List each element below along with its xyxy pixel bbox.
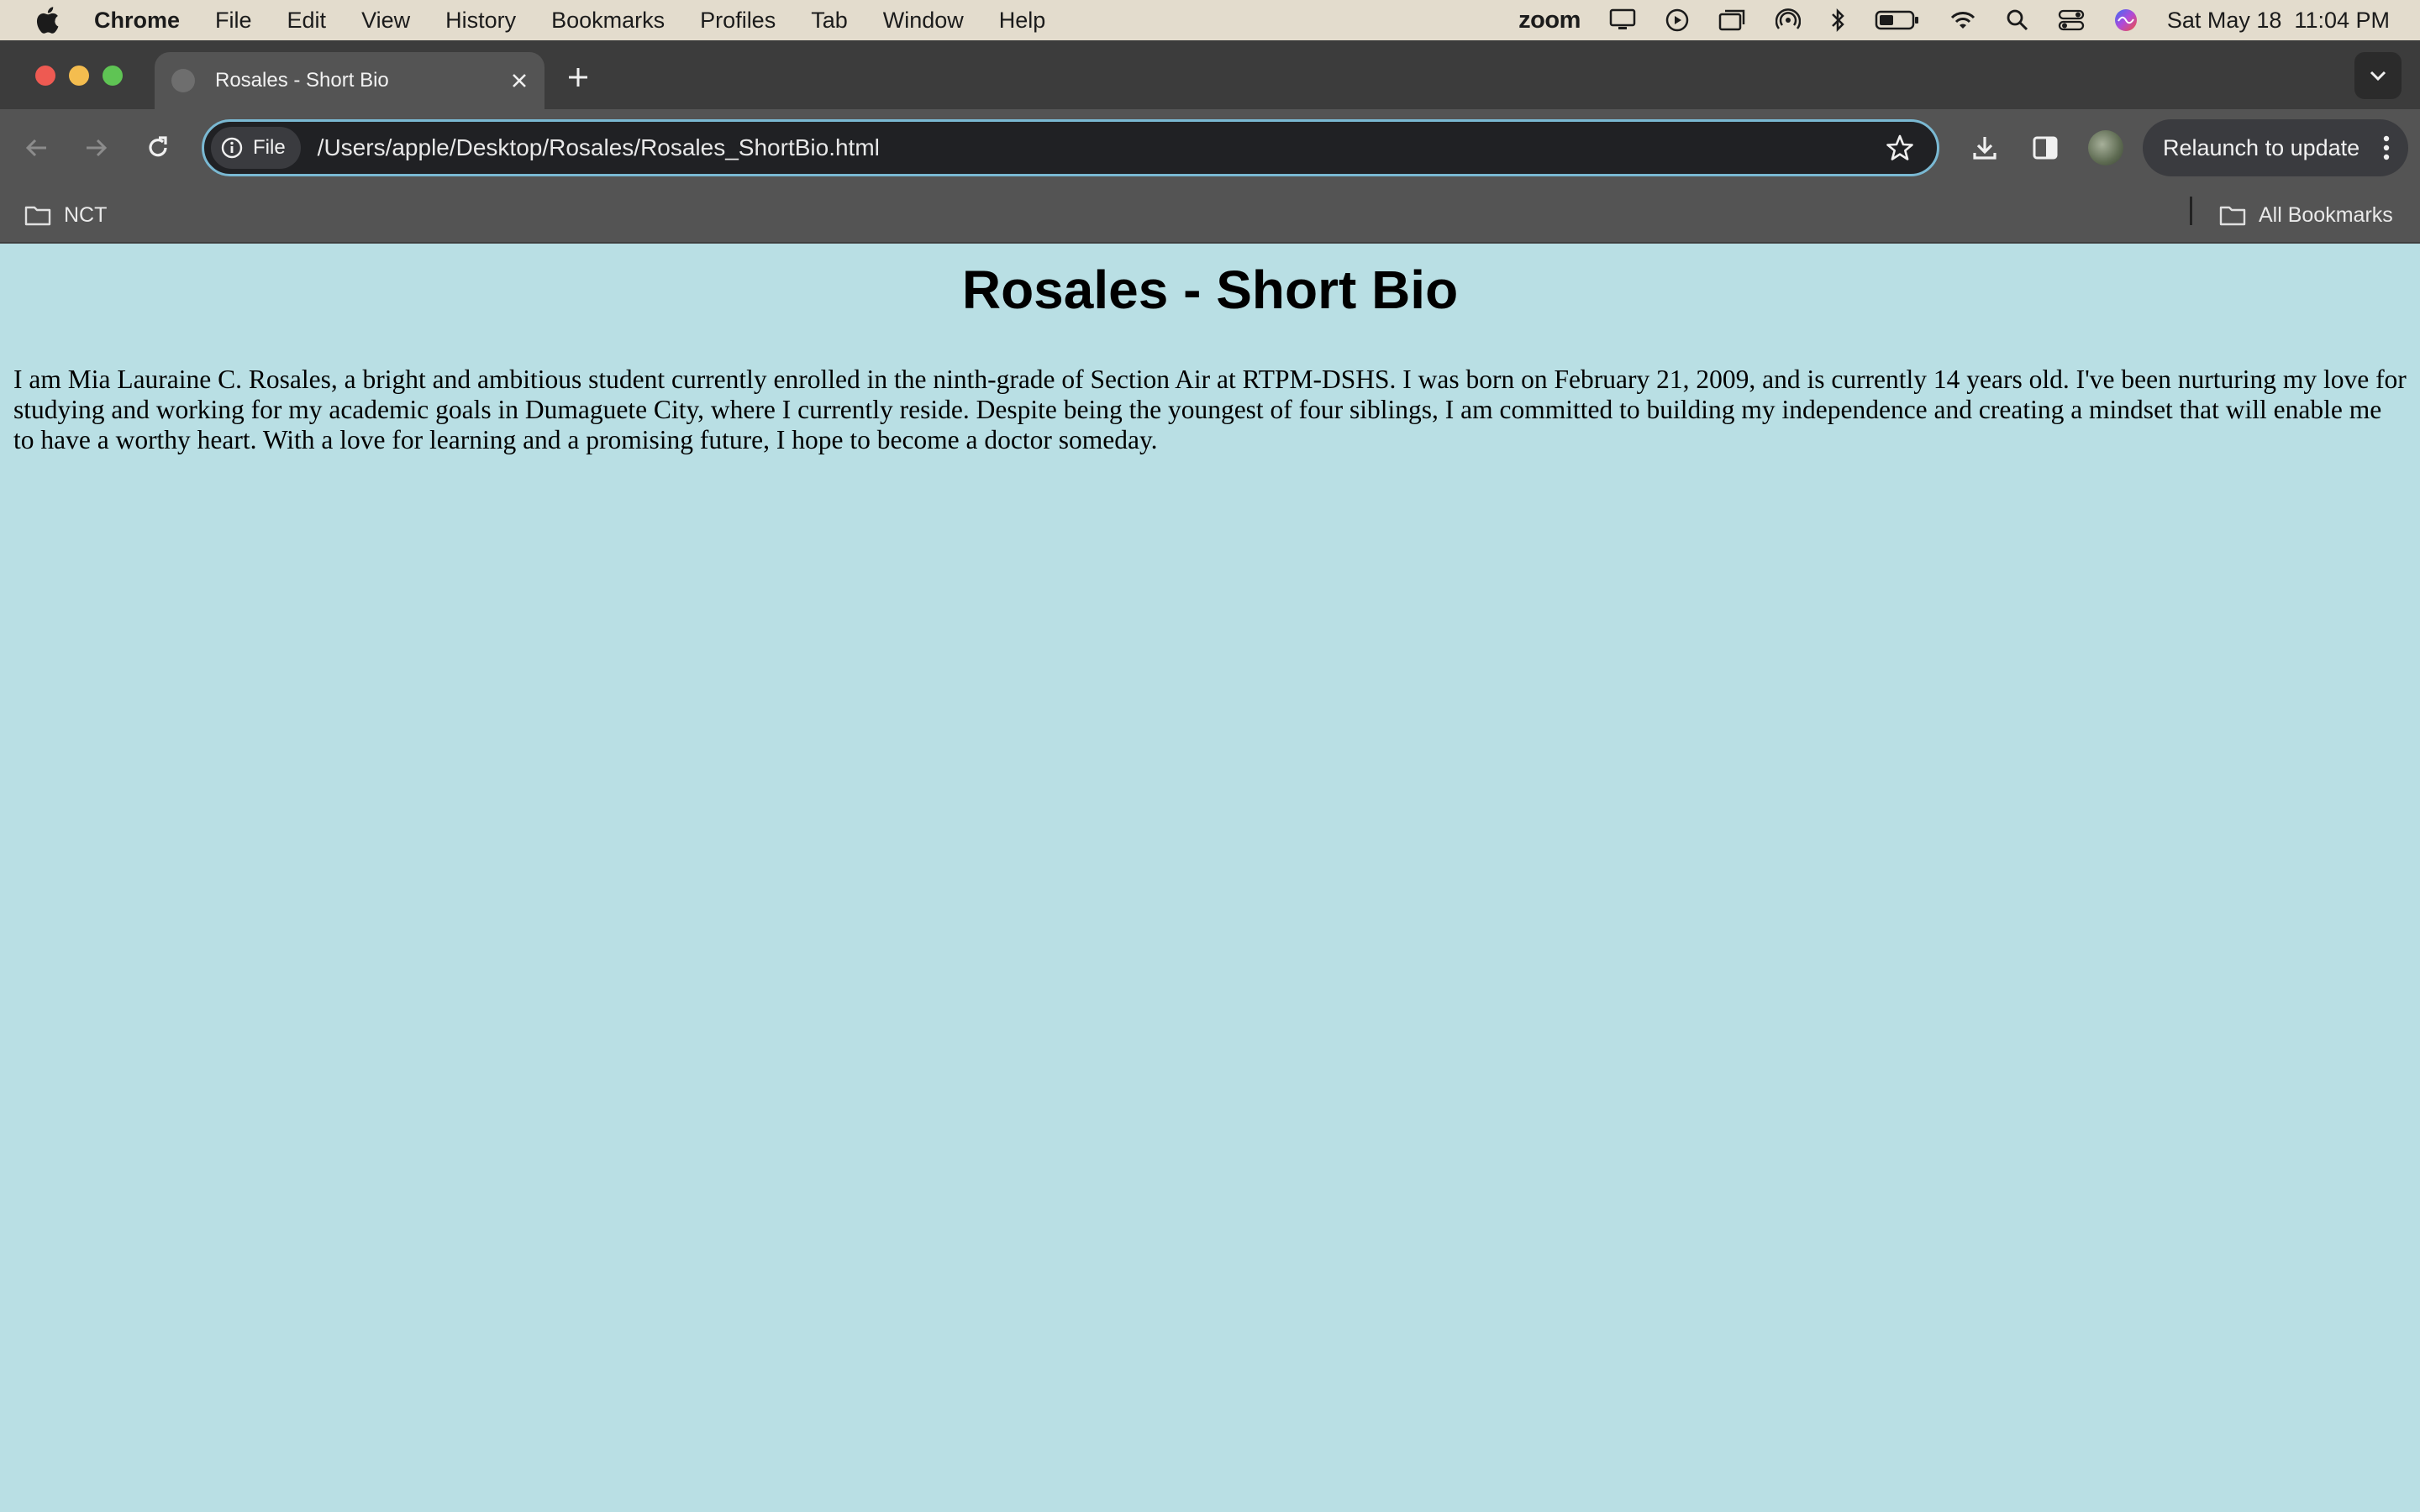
folder-icon (24, 206, 51, 226)
download-icon[interactable] (1965, 128, 2005, 168)
menubar-clock[interactable]: Sat May 18 11:04 PM (2167, 8, 2390, 34)
bluetooth-icon[interactable] (1829, 8, 1846, 33)
menu-window[interactable]: Window (883, 8, 964, 34)
menu-history[interactable]: History (445, 8, 516, 34)
tab-title: Rosales - Short Bio (215, 69, 389, 92)
profile-avatar[interactable] (2086, 128, 2126, 168)
zoom-status-item[interactable]: zoom (1518, 7, 1581, 34)
bookmark-folder-nct[interactable]: NCT (24, 198, 107, 232)
web-page-content: Rosales - Short Bio I am Mia Lauraine C.… (0, 244, 2420, 1512)
all-bookmarks-label: All Bookmarks (2259, 202, 2393, 227)
avatar (2088, 130, 2123, 165)
windows-icon[interactable] (1718, 8, 1747, 33)
bookmarks-bar: NCT All Bookmarks (0, 186, 2420, 244)
bookmark-star-icon[interactable] (1881, 129, 1918, 166)
tab-search-chevron-down-icon[interactable] (2354, 52, 2402, 99)
globe-favicon-icon (171, 69, 195, 92)
menu-file[interactable]: File (215, 8, 252, 34)
side-panel-icon[interactable] (2025, 128, 2065, 168)
relaunch-label: Relaunch to update (2163, 134, 2360, 160)
folder-icon (2219, 206, 2246, 226)
all-bookmarks-button[interactable]: All Bookmarks (2218, 198, 2393, 232)
tab-active[interactable]: Rosales - Short Bio (155, 52, 544, 109)
spotlight-search-icon[interactable] (2006, 8, 2029, 32)
url-text[interactable]: /Users/apple/Desktop/Rosales/Rosales_Sho… (318, 134, 1881, 161)
control-center-icon[interactable] (2058, 8, 2085, 32)
menu-edit[interactable]: Edit (287, 8, 327, 34)
site-info-label: File (253, 136, 286, 159)
airdrop-icon[interactable] (1775, 8, 1801, 33)
menu-profiles[interactable]: Profiles (700, 8, 776, 34)
tab-close-icon[interactable] (502, 64, 536, 97)
reload-icon[interactable] (138, 128, 178, 168)
display-icon[interactable] (1609, 8, 1636, 32)
page-title: Rosales - Short Bio (961, 260, 1459, 320)
apple-logo-icon[interactable] (35, 6, 60, 34)
menu-app-chrome[interactable]: Chrome (94, 8, 180, 34)
macos-menu-bar: Chrome File Edit View History Bookmarks … (0, 0, 2420, 40)
wifi-icon[interactable] (1949, 8, 1977, 32)
menu-bookmarks[interactable]: Bookmarks (551, 8, 665, 34)
menu-view[interactable]: View (361, 8, 410, 34)
address-bar[interactable]: File /Users/apple/Desktop/Rosales/Rosale… (202, 119, 1939, 176)
bookmark-folder-label: NCT (64, 202, 108, 227)
siri-icon[interactable] (2113, 8, 2139, 33)
new-tab-plus-icon[interactable] (561, 60, 595, 94)
forward-arrow-icon[interactable] (76, 128, 116, 168)
battery-icon[interactable] (1875, 8, 1920, 32)
menu-help[interactable]: Help (999, 8, 1046, 34)
info-icon (221, 137, 243, 159)
bio-paragraph: I am Mia Lauraine C. Rosales, a bright a… (13, 365, 2407, 454)
window-minimize-button[interactable] (69, 66, 89, 86)
site-info-chip[interactable]: File (211, 127, 301, 169)
more-vertical-icon[interactable] (2378, 131, 2395, 165)
menu-tab[interactable]: Tab (811, 8, 848, 34)
bookmarks-divider (2190, 197, 2192, 225)
relaunch-to-update-button[interactable]: Relaunch to update (2143, 119, 2408, 176)
menubar-status-area: zoom Sat May 18 11:04 PM (1490, 0, 2390, 40)
window-fullscreen-button[interactable] (103, 66, 123, 86)
back-arrow-icon[interactable] (17, 128, 57, 168)
play-icon[interactable] (1665, 8, 1690, 33)
window-close-button[interactable] (35, 66, 55, 86)
